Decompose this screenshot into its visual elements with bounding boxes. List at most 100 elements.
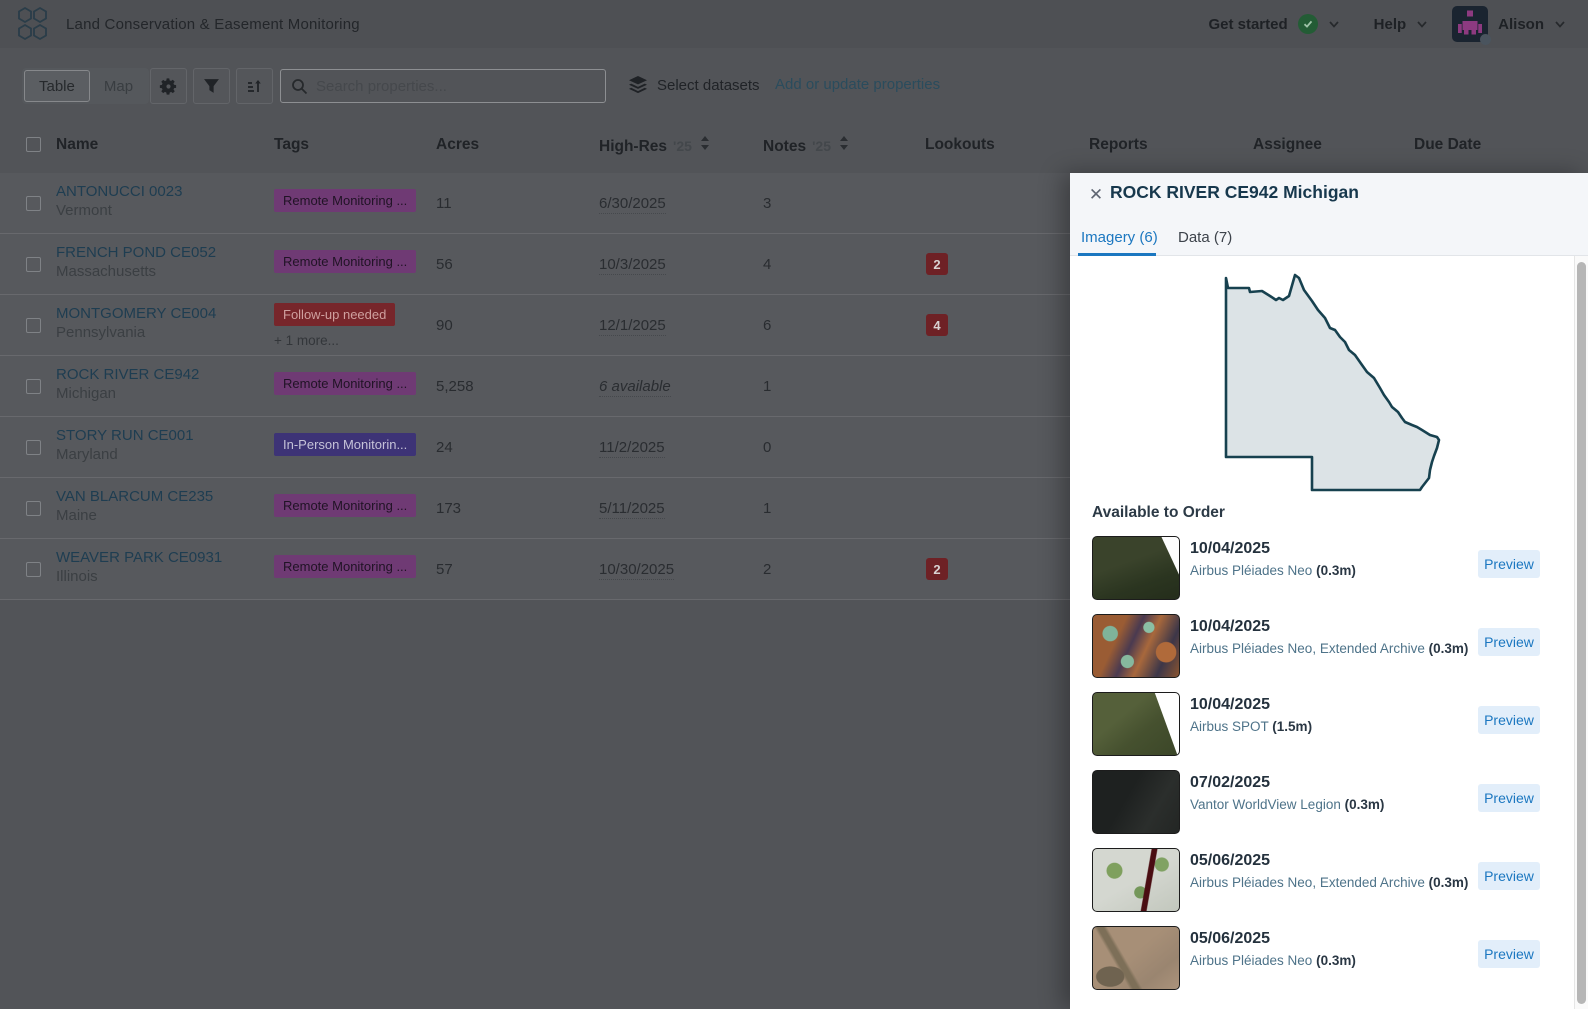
help-menu[interactable]: Help — [1374, 16, 1407, 33]
preview-button[interactable]: Preview — [1478, 550, 1540, 578]
property-name-link[interactable]: WEAVER PARK CE0931 — [56, 549, 222, 566]
notes-count: 0 — [763, 439, 772, 456]
property-name-link[interactable]: VAN BLARCUM CE235 — [56, 488, 213, 505]
tag-badge[interactable]: Remote Monitoring ... — [274, 555, 417, 578]
acres-value: 57 — [436, 561, 453, 578]
user-menu[interactable]: Alison — [1498, 16, 1544, 33]
select-all-checkbox[interactable] — [26, 137, 41, 152]
preview-button[interactable]: Preview — [1478, 706, 1540, 734]
property-name-link[interactable]: MONTGOMERY CE004 — [56, 305, 216, 322]
highres-date-link[interactable]: 10/3/2025 — [599, 256, 666, 275]
gear-icon — [159, 77, 177, 95]
preview-button[interactable]: Preview — [1478, 628, 1540, 656]
lookouts-badge[interactable]: 2 — [926, 253, 948, 275]
preview-button[interactable]: Preview — [1478, 862, 1540, 890]
search-input[interactable] — [316, 77, 586, 95]
notes-count: 2 — [763, 561, 772, 578]
row-checkbox[interactable] — [26, 318, 41, 333]
settings-button[interactable] — [150, 68, 187, 104]
search-icon — [292, 78, 308, 94]
imagery-thumbnail[interactable] — [1092, 536, 1180, 600]
row-checkbox[interactable] — [26, 440, 41, 455]
col-tags[interactable]: Tags — [274, 136, 309, 154]
row-checkbox[interactable] — [26, 196, 41, 211]
sort-button[interactable] — [236, 68, 273, 104]
tag-badge[interactable]: Remote Monitoring ... — [274, 372, 417, 395]
notes-count: 3 — [763, 195, 772, 212]
row-checkbox[interactable] — [26, 379, 41, 394]
highres-date-link[interactable]: 12/1/2025 — [599, 317, 666, 336]
table-view-button[interactable]: Table — [24, 70, 90, 102]
col-lookouts[interactable]: Lookouts — [925, 136, 995, 154]
imagery-list-item: 10/04/2025 Airbus SPOT (1.5m) Preview — [1092, 692, 1568, 756]
sort-arrows-icon[interactable] — [700, 136, 710, 155]
help-chevron-down-icon[interactable] — [1416, 18, 1428, 30]
highres-date-link[interactable]: 10/30/2025 — [599, 561, 675, 580]
property-name-link[interactable]: STORY RUN CE001 — [56, 427, 194, 444]
highres-available-link[interactable]: 6 available — [599, 378, 671, 397]
row-checkbox[interactable] — [26, 562, 41, 577]
imagery-source: Vantor WorldView Legion — [1190, 797, 1341, 812]
highres-date-link[interactable]: 6/30/2025 — [599, 195, 666, 214]
col-notes[interactable]: Notes '25 — [763, 136, 849, 156]
preview-button[interactable]: Preview — [1478, 940, 1540, 968]
imagery-date: 07/02/2025 — [1190, 774, 1271, 791]
property-name-link[interactable]: ROCK RIVER CE942 — [56, 366, 199, 383]
imagery-thumbnail[interactable] — [1092, 770, 1180, 834]
highres-date-link[interactable]: 5/11/2025 — [599, 500, 665, 519]
tag-badge[interactable]: Follow-up needed — [274, 303, 396, 326]
layers-icon — [629, 76, 647, 94]
imagery-date: 10/04/2025 — [1190, 618, 1271, 635]
imagery-thumbnail[interactable] — [1092, 614, 1180, 678]
filter-button[interactable] — [193, 68, 230, 104]
imagery-source: Airbus Pléiades Neo, Extended Archive — [1190, 875, 1425, 890]
tab-data[interactable]: Data (7) — [1178, 229, 1232, 246]
highres-date-link[interactable]: 11/2/2025 — [599, 439, 665, 458]
imagery-date: 10/04/2025 — [1190, 540, 1271, 557]
imagery-thumbnail[interactable] — [1092, 848, 1180, 912]
map-view-button[interactable]: Map — [90, 70, 147, 102]
lookouts-badge[interactable]: 4 — [926, 314, 948, 336]
notes-count: 4 — [763, 256, 772, 273]
imagery-thumbnail[interactable] — [1092, 926, 1180, 990]
tag-badge[interactable]: In-Person Monitorin... — [274, 433, 417, 456]
add-update-properties-link[interactable]: Add or update properties — [775, 76, 940, 93]
avatar[interactable] — [1452, 6, 1492, 45]
imagery-resolution: (0.3m) — [1428, 875, 1469, 890]
imagery-list-item: 10/04/2025 Airbus Pléiades Neo, Extended… — [1092, 614, 1568, 678]
imagery-thumbnail[interactable] — [1092, 692, 1180, 756]
row-checkbox[interactable] — [26, 257, 41, 272]
more-tags-link[interactable]: + 1 more... — [274, 333, 339, 348]
select-datasets-button[interactable]: Select datasets — [628, 76, 760, 94]
imagery-resolution: (0.3m) — [1316, 563, 1356, 578]
tag-badge[interactable]: Remote Monitoring ... — [274, 189, 417, 212]
col-due-date[interactable]: Due Date — [1414, 136, 1481, 154]
lookouts-badge[interactable]: 2 — [926, 558, 948, 580]
preview-button[interactable]: Preview — [1478, 784, 1540, 812]
col-highres[interactable]: High-Res '25 — [599, 136, 710, 156]
tab-imagery[interactable]: Imagery (6) — [1081, 229, 1158, 246]
property-state: Maine — [56, 507, 97, 524]
status-dot — [1480, 34, 1492, 45]
property-name-link[interactable]: ANTONUCCI 0023 — [56, 183, 182, 200]
property-name-link[interactable]: FRENCH POND CE052 — [56, 244, 216, 261]
col-assignee[interactable]: Assignee — [1253, 136, 1322, 154]
get-started-button[interactable]: Get started — [1208, 16, 1287, 33]
close-icon[interactable]: ✕ — [1084, 183, 1108, 207]
property-detail-panel: ✕ ROCK RIVER CE942 Michigan Imagery (6) … — [1070, 173, 1588, 1009]
col-name[interactable]: Name — [56, 136, 98, 154]
panel-scrollbar[interactable] — [1574, 256, 1588, 1009]
col-reports[interactable]: Reports — [1089, 136, 1148, 154]
row-checkbox[interactable] — [26, 501, 41, 516]
scrollbar-thumb[interactable] — [1577, 262, 1586, 1004]
sort-arrows-icon[interactable] — [839, 136, 849, 155]
user-chevron-down-icon[interactable] — [1554, 18, 1566, 30]
get-started-chevron-down-icon[interactable] — [1328, 18, 1340, 30]
imagery-list-item: 05/06/2025 Airbus Pléiades Neo (0.3m) Pr… — [1092, 926, 1568, 990]
filter-funnel-icon — [204, 78, 219, 93]
tag-badge[interactable]: Remote Monitoring ... — [274, 250, 417, 273]
tag-badge[interactable]: Remote Monitoring ... — [274, 494, 417, 517]
imagery-resolution: (0.3m) — [1344, 797, 1385, 812]
col-acres[interactable]: Acres — [436, 136, 479, 154]
get-started-check-icon — [1297, 14, 1318, 34]
